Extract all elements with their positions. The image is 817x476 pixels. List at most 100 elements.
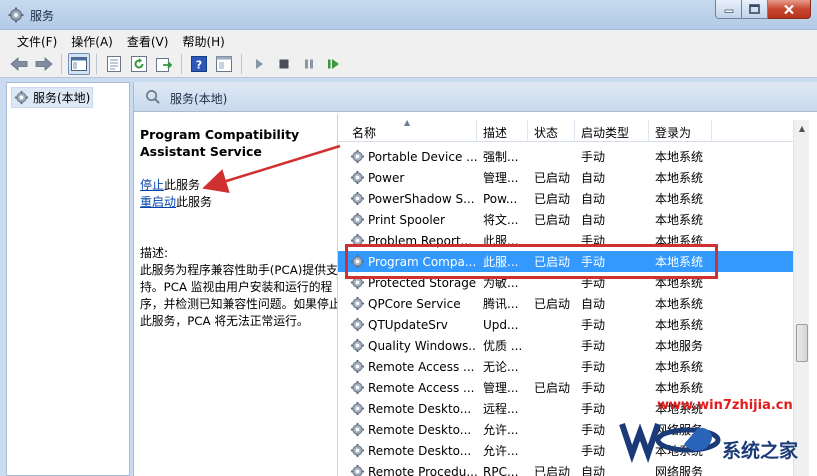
- column-header-log-on-as[interactable]: 登录为: [649, 120, 712, 142]
- menu-help[interactable]: 帮助(H): [175, 30, 231, 50]
- service-description-cell: 无论...: [483, 360, 519, 374]
- service-description-cell: 允许...: [483, 423, 519, 437]
- scrollbar-thumb[interactable]: [796, 324, 808, 362]
- service-name-cell: Remote Deskto...: [338, 401, 477, 416]
- toolbar: ?: [0, 50, 817, 78]
- service-gear-icon: [350, 317, 365, 332]
- service-startup-type-cell: 手动: [581, 381, 606, 395]
- column-header-description[interactable]: 描述: [477, 120, 528, 142]
- pause-service-icon: [305, 59, 313, 68]
- service-name: Remote Deskto...: [368, 422, 472, 437]
- service-description-cell: 强制...: [483, 150, 519, 164]
- column-header-name[interactable]: ▲ 名称: [338, 118, 477, 142]
- menu-file[interactable]: 文件(F): [10, 30, 64, 50]
- service-description-cell: 优质 ...: [483, 339, 523, 353]
- panel-header: 服务(本地): [134, 82, 817, 112]
- properties-icon: [107, 55, 121, 72]
- service-name: Remote Access ...: [368, 359, 475, 374]
- service-gear-icon: [350, 338, 365, 353]
- service-gear-icon: [350, 212, 365, 227]
- service-log-on-as-cell: 本地系统: [655, 297, 704, 311]
- scroll-up-icon[interactable]: ▲: [794, 120, 809, 137]
- service-name: Portable Device ...: [368, 149, 477, 164]
- annotation-highlight-box: [345, 244, 718, 279]
- service-gear-icon: [350, 464, 365, 476]
- service-name: Remote Deskto...: [368, 443, 472, 458]
- menu-view[interactable]: 查看(V): [120, 30, 176, 50]
- table-row[interactable]: Remote Access ... 无论... 手动 本地系统: [338, 356, 793, 377]
- properties-button[interactable]: [103, 53, 125, 75]
- restart-service-button[interactable]: [323, 53, 345, 75]
- restart-link-suffix: 此服务: [176, 195, 213, 209]
- maximize-button[interactable]: [742, 0, 768, 19]
- show-tree-icon: [71, 56, 87, 71]
- close-button[interactable]: [768, 0, 811, 19]
- service-log-on-as-cell: 本地系统: [655, 192, 704, 206]
- service-gear-icon: [350, 296, 365, 311]
- service-description-cell: 腾讯...: [483, 297, 519, 311]
- service-details-pane: Program Compatibility Assistant Service …: [140, 126, 342, 330]
- service-title: Program Compatibility Assistant Service: [140, 127, 300, 159]
- refresh-button[interactable]: [128, 53, 150, 75]
- service-log-on-as-cell: 本地系统: [655, 213, 704, 227]
- tree-node-services-local[interactable]: 服务(本地): [11, 87, 94, 108]
- menu-action[interactable]: 操作(A): [64, 30, 120, 50]
- service-status-cell: 已启动: [534, 171, 571, 185]
- window-controls: [715, 0, 811, 21]
- service-description-cell: 将文...: [483, 213, 519, 227]
- table-row[interactable]: PowerShadow S... Pow... 已启动 自动 本地系统: [338, 188, 793, 209]
- toolbar-separator: [181, 53, 182, 74]
- service-description-cell: Pow...: [483, 191, 518, 206]
- service-name-cell: Power: [338, 170, 477, 185]
- service-name-cell: Remote Deskto...: [338, 443, 477, 458]
- service-log-on-as-cell: 本地系统: [655, 360, 704, 374]
- view-button[interactable]: [213, 53, 235, 75]
- service-log-on-as-cell: 本地系统: [655, 150, 704, 164]
- service-name: Print Spooler: [368, 212, 445, 227]
- service-description-cell: 远程...: [483, 402, 519, 416]
- start-service-button[interactable]: [248, 53, 270, 75]
- close-icon: [784, 4, 794, 14]
- service-name-cell: Portable Device ...: [338, 149, 477, 164]
- help-icon: ?: [191, 55, 207, 72]
- back-button[interactable]: [8, 53, 30, 75]
- svg-text:?: ?: [196, 58, 202, 71]
- column-header-status[interactable]: 状态: [528, 120, 575, 142]
- minimize-button[interactable]: [715, 0, 742, 19]
- table-row[interactable]: QTUpdateSrv Upd... 手动 本地系统: [338, 314, 793, 335]
- menu-bar: 文件(F) 操作(A) 查看(V) 帮助(H): [0, 30, 817, 50]
- table-row[interactable]: QPCore Service 腾讯... 已启动 自动 本地系统: [338, 293, 793, 314]
- maximize-icon: [749, 4, 760, 14]
- help-button[interactable]: ?: [188, 53, 210, 75]
- restart-link[interactable]: 重启动: [140, 195, 176, 209]
- service-status-cell: 已启动: [534, 381, 571, 395]
- service-description-cell: Upd...: [483, 317, 519, 332]
- service-name: PowerShadow S...: [368, 191, 475, 206]
- export-button[interactable]: [153, 53, 175, 75]
- service-startup-type-cell: 手动: [581, 318, 606, 332]
- service-log-on-as-cell: 本地系统: [655, 171, 704, 185]
- table-row[interactable]: Portable Device ... 强制... 手动 本地系统: [338, 146, 793, 167]
- service-gear-icon: [350, 359, 365, 374]
- service-startup-type-cell: 自动: [581, 213, 606, 227]
- table-row[interactable]: Print Spooler 将文... 已启动 自动 本地系统: [338, 209, 793, 230]
- show-tree-button[interactable]: [68, 52, 90, 75]
- stop-service-button[interactable]: [273, 53, 295, 75]
- service-status-cell: 已启动: [534, 213, 571, 227]
- service-name: Remote Procedu...: [368, 464, 477, 476]
- table-row[interactable]: Remote Access ... 管理... 已启动 手动 本地系统: [338, 377, 793, 398]
- refresh-icon: [131, 55, 147, 72]
- service-description-cell: 管理...: [483, 171, 519, 185]
- service-description-cell: 允许...: [483, 444, 519, 458]
- service-name-cell: QTUpdateSrv: [338, 317, 477, 332]
- watermark-brand: 系统之家: [722, 440, 799, 462]
- pause-service-button[interactable]: [298, 53, 320, 75]
- service-startup-type-cell: 手动: [581, 339, 606, 353]
- forward-button[interactable]: [33, 53, 55, 75]
- service-status-cell: 已启动: [534, 297, 571, 311]
- stop-service-icon: [279, 59, 289, 68]
- stop-link[interactable]: 停止: [140, 178, 164, 192]
- table-row[interactable]: Quality Windows... 优质 ... 手动 本地服务: [338, 335, 793, 356]
- table-row[interactable]: Power 管理... 已启动 自动 本地系统: [338, 167, 793, 188]
- column-header-startup-type[interactable]: 启动类型: [575, 120, 649, 142]
